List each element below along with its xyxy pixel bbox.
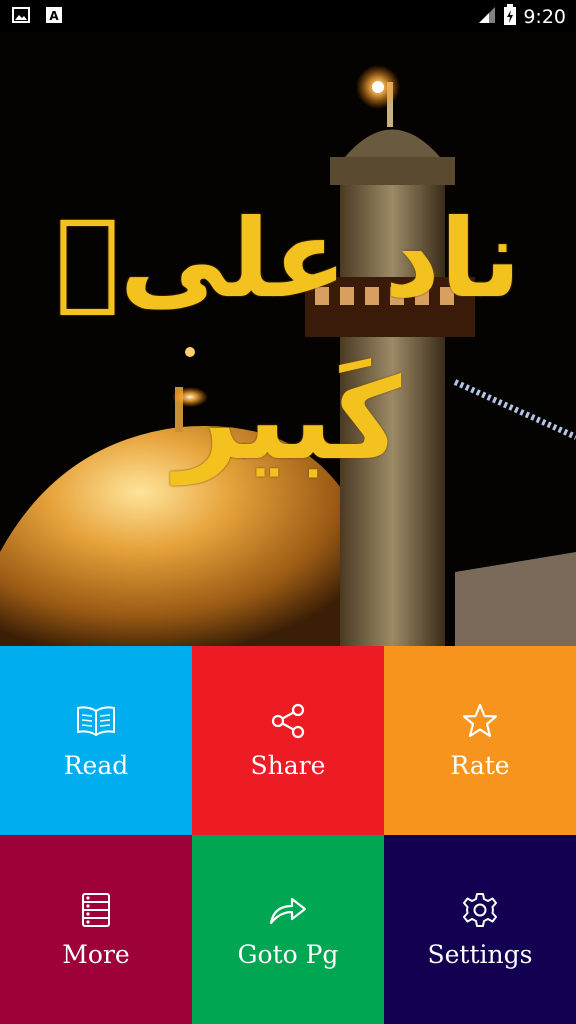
rate-tile[interactable]: Rate bbox=[384, 646, 576, 835]
hero-title: ناد علیؑ bbox=[54, 197, 522, 322]
list-icon bbox=[76, 890, 116, 930]
gear-icon bbox=[460, 890, 500, 930]
forward-arrow-icon bbox=[268, 890, 308, 930]
menu-grid: Read Share Rate More Goto Pg Settings bbox=[0, 646, 576, 1024]
settings-label: Settings bbox=[427, 940, 533, 969]
status-bar: A 9:20 bbox=[0, 0, 576, 32]
more-tile[interactable]: More bbox=[0, 835, 192, 1024]
hero-subtitle: کَبیر bbox=[174, 355, 402, 485]
settings-tile[interactable]: Settings bbox=[384, 835, 576, 1024]
star-icon bbox=[460, 701, 500, 741]
goto-page-label: Goto Pg bbox=[237, 940, 339, 969]
read-label: Read bbox=[63, 751, 129, 780]
share-label: Share bbox=[250, 751, 326, 780]
shrine-illustration bbox=[0, 65, 576, 646]
hero-banner: ناد علیؑ کَبیر bbox=[0, 32, 576, 646]
battery-icon bbox=[503, 4, 517, 30]
font-notification-icon: A bbox=[46, 7, 62, 27]
signal-icon bbox=[477, 5, 497, 29]
more-label: More bbox=[62, 940, 130, 969]
svg-text:A: A bbox=[49, 9, 59, 23]
image-notification-icon bbox=[12, 7, 30, 27]
read-tile[interactable]: Read bbox=[0, 646, 192, 835]
share-tile[interactable]: Share bbox=[192, 646, 384, 835]
goto-page-tile[interactable]: Goto Pg bbox=[192, 835, 384, 1024]
clock-time: 9:20 bbox=[523, 6, 566, 28]
share-icon bbox=[268, 701, 308, 741]
book-icon bbox=[76, 701, 116, 741]
rate-label: Rate bbox=[450, 751, 510, 780]
